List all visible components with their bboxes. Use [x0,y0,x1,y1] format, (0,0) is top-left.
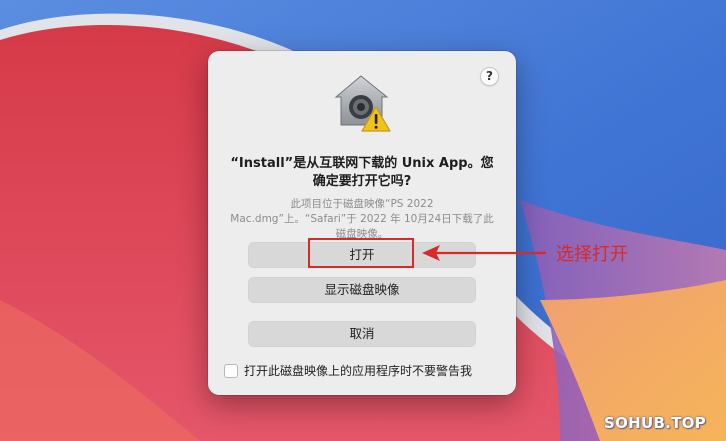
open-button-highlight-box [308,238,414,268]
help-button[interactable]: ? [480,67,499,86]
watermark: SOHUB.TOP [604,414,707,432]
annotation-arrow-icon [420,241,550,265]
cancel-button[interactable]: 取消 [248,321,476,347]
gatekeeper-dialog: ? “Install”是从互联网下载的 Unix App。您确定要打开它吗? 此… [208,51,516,395]
dialog-title: “Install”是从互联网下载的 Unix App。您确定要打开它吗? [230,156,494,189]
annotation-label: 选择打开 [556,244,628,265]
dont-warn-checkbox[interactable] [224,364,238,378]
show-disk-image-button[interactable]: 显示磁盘映像 [248,277,476,303]
gatekeeper-warning-icon [332,73,394,135]
dialog-info-text: 此项目位于磁盘映像“PS 2022 Mac.dmg”上。“Safari”于 20… [230,198,494,240]
dont-warn-checkbox-label[interactable]: 打开此磁盘映像上的应用程序时不要警告我 [244,363,472,379]
